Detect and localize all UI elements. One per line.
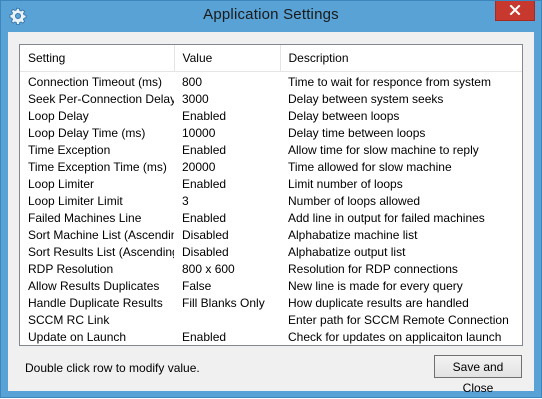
- cell-value: Enabled: [182, 109, 227, 123]
- cell-setting: Allow Results Duplicates: [28, 279, 160, 293]
- cell-description: Time to wait for responce from system: [288, 75, 491, 89]
- cell-description: Number of loops allowed: [288, 194, 421, 208]
- table-row[interactable]: Loop Limiter Limit 3 Number of loops allow…: [20, 193, 522, 210]
- cell-setting: Sort Results List (Ascending): [28, 245, 174, 259]
- cell-value: False: [182, 279, 212, 293]
- settings-grid[interactable]: Setting Value Description Connection Tim…: [19, 44, 523, 346]
- cell-description: New line is made for every query: [288, 279, 463, 293]
- settings-table: Setting Value Description Connection Tim…: [20, 45, 522, 345]
- cell-description: Check for updates on applicaiton launch: [288, 330, 502, 344]
- close-icon: [509, 2, 521, 20]
- cell-value: 800 x 600: [182, 262, 235, 276]
- cell-value: 20000: [182, 160, 216, 174]
- cell-setting: Failed Machines Line: [28, 211, 142, 225]
- column-header-setting[interactable]: Setting: [20, 45, 175, 72]
- table-row[interactable]: Loop Limiter Enabled Limit number of loops: [20, 176, 522, 193]
- column-header-description[interactable]: Description: [280, 45, 522, 72]
- cell-description: How duplicate results are handled: [288, 296, 469, 310]
- cell-value: 800: [182, 75, 203, 89]
- close-button[interactable]: [495, 1, 535, 21]
- cell-setting: Seek Per-Connection Delay: [28, 92, 174, 106]
- cell-value: 3: [182, 194, 189, 208]
- header-row: Setting Value Description: [20, 45, 522, 72]
- table-row[interactable]: SCCM RC Link Enter path for SCCM Remote C…: [20, 312, 522, 329]
- cell-description: Limit number of loops: [288, 177, 403, 191]
- cell-setting: RDP Resolution: [28, 262, 114, 276]
- cell-value: Enabled: [182, 143, 227, 157]
- settings-window: Application Settings Setting Value Descr…: [0, 0, 542, 398]
- cell-value: [174, 312, 280, 329]
- hint-text: Double click row to modify value.: [25, 361, 200, 375]
- cell-setting: Loop Delay: [28, 109, 89, 123]
- cell-description: Time allowed for slow machine: [288, 160, 452, 174]
- cell-description: Delay between system seeks: [288, 92, 444, 106]
- cell-description: Delay between loops: [288, 109, 400, 123]
- cell-description: Enter path for SCCM Remote Connection: [288, 313, 509, 327]
- cell-setting: Time Exception: [28, 143, 111, 157]
- cell-setting: Sort Machine List (Ascending): [28, 228, 174, 242]
- table-row[interactable]: Time Exception Enabled Allow time for slow…: [20, 142, 522, 159]
- table-row[interactable]: Sort Results List (Ascending) Disabled Alp…: [20, 244, 522, 261]
- cell-value: Enabled: [182, 330, 227, 344]
- cell-description: Alphabatize output list: [288, 245, 406, 259]
- cell-description: Add line in output for failed machines: [288, 211, 485, 225]
- cell-setting: Update on Launch: [28, 330, 127, 344]
- table-row[interactable]: RDP Resolution 800 x 600 Resolution for RD…: [20, 261, 522, 278]
- window-title: Application Settings: [203, 6, 339, 23]
- cell-description: Alphabatize machine list: [288, 228, 418, 242]
- cell-value: 10000: [182, 126, 216, 140]
- cell-setting: Loop Limiter: [28, 177, 95, 191]
- table-row[interactable]: Loop Delay Time (ms) 10000 Delay time betw…: [20, 125, 522, 142]
- cell-setting: Time Exception Time (ms): [28, 160, 167, 174]
- cell-value: Enabled: [182, 177, 227, 191]
- cell-value: Disabled: [182, 228, 229, 242]
- cell-value: Enabled: [182, 211, 227, 225]
- table-row[interactable]: Failed Machines Line Enabled Add line in o…: [20, 210, 522, 227]
- save-and-close-button[interactable]: Save and Close: [434, 355, 522, 395]
- table-row[interactable]: Loop Delay Enabled Delay between loops: [20, 108, 522, 125]
- cell-setting: Connection Timeout (ms): [28, 75, 163, 89]
- cell-value: Fill Blanks Only: [182, 296, 265, 310]
- cell-value: Disabled: [182, 245, 229, 259]
- cell-description: Delay time between loops: [288, 126, 426, 140]
- cell-description: Allow time for slow machine to reply: [288, 143, 479, 157]
- table-row[interactable]: Handle Duplicate Results Fill Blanks Only…: [20, 295, 522, 312]
- table-row[interactable]: Connection Timeout (ms) 800 Time to wait f…: [20, 72, 522, 92]
- cell-setting: Loop Limiter Limit: [28, 194, 123, 208]
- column-header-value[interactable]: Value: [174, 45, 281, 72]
- cell-setting: SCCM RC Link: [28, 313, 110, 327]
- table-row[interactable]: Seek Per-Connection Delay 3000 Delay betwe…: [20, 91, 522, 108]
- table-row[interactable]: Allow Results Duplicates False New line is…: [20, 278, 522, 295]
- cell-description: Resolution for RDP connections: [288, 262, 458, 276]
- table-row[interactable]: Sort Machine List (Ascending) Disabled Alp…: [20, 227, 522, 244]
- table-row[interactable]: Update on Launch Enabled Check for updates…: [20, 329, 522, 345]
- title-bar[interactable]: Application Settings: [1, 1, 541, 32]
- cell-setting: Loop Delay Time (ms): [28, 126, 146, 140]
- cell-setting: Handle Duplicate Results: [28, 296, 163, 310]
- cell-value: 3000: [182, 92, 209, 106]
- table-row[interactable]: Time Exception Time (ms) 20000 Time allowe…: [20, 159, 522, 176]
- client-area: Setting Value Description Connection Tim…: [8, 32, 534, 395]
